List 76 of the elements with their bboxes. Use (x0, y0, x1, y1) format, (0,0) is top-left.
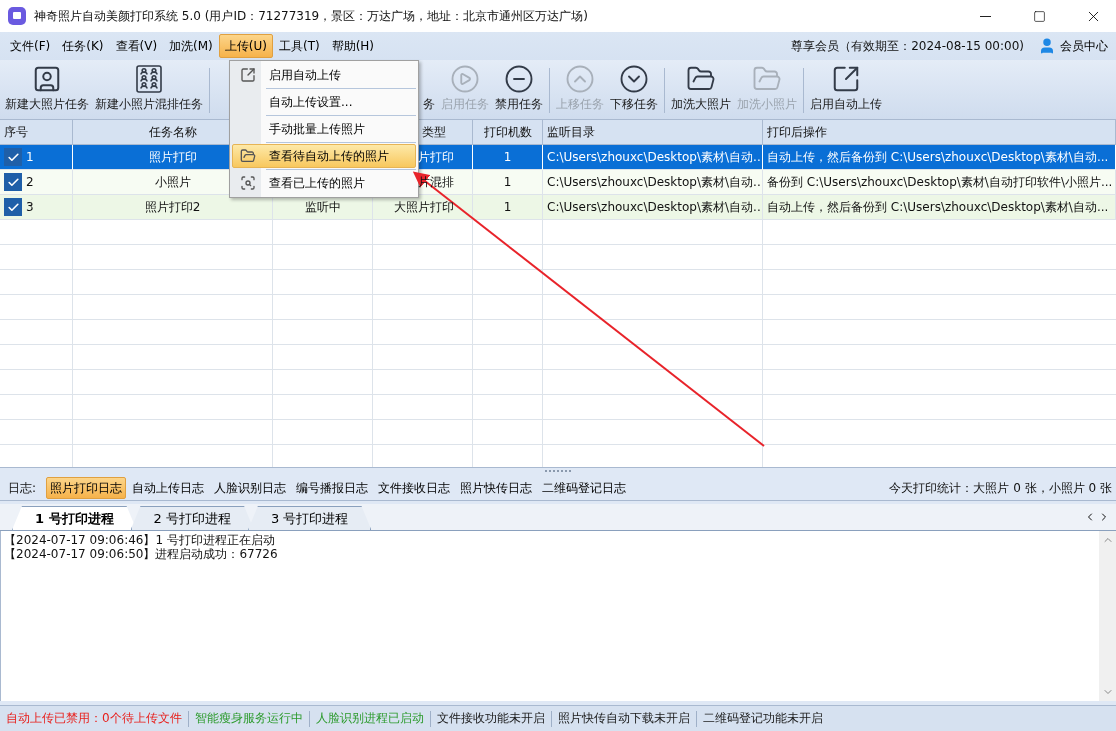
log-label: 日志: (8, 479, 37, 497)
toolbar-button[interactable]: 下移任务 (607, 62, 661, 119)
checkbox[interactable] (4, 198, 22, 216)
column-header[interactable]: 打印后操作 (763, 120, 1116, 145)
table-cell: C:\Users\zhouxc\Desktop\素材\自动... (543, 170, 763, 195)
status-text: 照片快传自动下载未开启 (557, 710, 690, 727)
log-tab[interactable]: 人脸识别日志 (210, 477, 291, 499)
column-header[interactable]: 序号 (0, 120, 73, 145)
log-tab[interactable]: 二维码登记日志 (538, 477, 631, 499)
folder-icon (240, 148, 256, 164)
play-icon (450, 64, 480, 94)
status-text: 智能瘦身服务运行中 (194, 710, 303, 727)
share-icon (831, 64, 861, 94)
person-icon (32, 64, 62, 94)
search-icon (240, 175, 256, 191)
log-tab[interactable]: 照片打印日志 (46, 477, 127, 499)
minimize-icon (979, 15, 991, 17)
toolbar-button[interactable]: 启用自动上传 (807, 62, 885, 119)
toolbar-button[interactable]: 加洗大照片 (668, 62, 734, 119)
table-cell: 备份到 C:\Users\zhouxc\Desktop\素材\自动打印软件\小照片... (763, 170, 1116, 195)
user-icon (1038, 37, 1056, 55)
menu-item[interactable]: 工具(T) (272, 34, 326, 58)
up-icon (565, 64, 595, 94)
status-text: 自动上传已禁用：0个待上传文件 (6, 710, 182, 727)
log-line: 【2024-07-17 09:06:46】1 号打印进程正在启动 (4, 533, 276, 547)
log-line: 【2024-07-17 09:06:50】进程启动成功：67726 (4, 547, 279, 561)
table-cell: C:\Users\zhouxc\Desktop\素材\自动... (543, 195, 763, 220)
window-title: 神奇照片自动美颜打印系统 5.0 (用户ID：71277319，景区：万达广场，地址：北京市通州区万达广场) (34, 7, 589, 25)
row-number: 1 (26, 150, 34, 164)
column-header[interactable]: 打印机数 (473, 120, 543, 145)
member-center-button[interactable]: 会员中心 (1038, 37, 1108, 55)
status-text: 人脸识别进程已启动 (315, 710, 424, 727)
status-text: 文件接收功能未开启 (436, 710, 545, 727)
app-icon (8, 7, 26, 25)
process-tab[interactable]: 3 号打印进程 (248, 506, 372, 530)
checkbox[interactable] (4, 173, 22, 191)
people-grid-icon (134, 64, 164, 94)
check-icon (6, 175, 20, 189)
table-cell: 照片打印2 (73, 195, 273, 220)
toolbar-button[interactable]: 新建大照片任务 (2, 62, 92, 119)
menu-item[interactable]: 文件(F) (4, 34, 57, 58)
menu-item[interactable]: 上传(U) (218, 34, 273, 58)
share-icon (240, 67, 256, 83)
checkbox[interactable] (4, 148, 22, 166)
menu-option[interactable]: 启用自动上传 (232, 63, 416, 87)
check-icon (6, 150, 20, 164)
menu-item[interactable]: 查看(V) (109, 34, 164, 58)
print-stats: 今天打印统计：大照片 0 张，小照片 0 张 (889, 479, 1112, 497)
table-cell: 自动上传，然后备份到 C:\Users\zhouxc\Desktop\素材\自动... (763, 195, 1116, 220)
row-number: 2 (26, 175, 34, 189)
menu-item[interactable]: 帮助(H) (325, 34, 381, 58)
toolbar-button[interactable]: 禁用任务 (492, 62, 546, 119)
menu-item[interactable]: 加洗(M) (163, 34, 219, 58)
log-tab[interactable]: 照片快传日志 (456, 477, 537, 499)
down-icon (619, 64, 649, 94)
menu-option[interactable]: 自动上传设置... (232, 90, 416, 114)
table-cell: 自动上传，然后备份到 C:\Users\zhouxc\Desktop\素材\自动... (763, 145, 1116, 170)
maximize-icon (1032, 9, 1046, 23)
table-cell: 1 (473, 170, 543, 195)
minus-icon (504, 64, 534, 94)
log-tab[interactable]: 编号播报日志 (292, 477, 373, 499)
log-tab[interactable]: 文件接收日志 (374, 477, 455, 499)
membership-text: 尊享会员（有效期至：2024-08-15 00:00) (791, 37, 1024, 55)
status-text: 二维码登记功能未开启 (702, 710, 823, 727)
row-number: 3 (26, 200, 34, 214)
log-tab[interactable]: 自动上传日志 (128, 477, 209, 499)
menu-item[interactable]: 任务(K) (56, 34, 110, 58)
column-header[interactable]: 监听目录 (543, 120, 763, 145)
table-cell: 1 (473, 145, 543, 170)
toolbar-button[interactable]: 务 (420, 62, 438, 119)
check-icon (6, 200, 20, 214)
table-cell: C:\Users\zhouxc\Desktop\素材\自动... (543, 145, 763, 170)
cell-text: 大照片打印 (394, 198, 454, 216)
menu-option[interactable]: 查看待自动上传的照片 (232, 144, 416, 168)
table-cell: 1 (473, 195, 543, 220)
toolbar-button[interactable]: 新建小照片混排任务 (92, 62, 206, 119)
